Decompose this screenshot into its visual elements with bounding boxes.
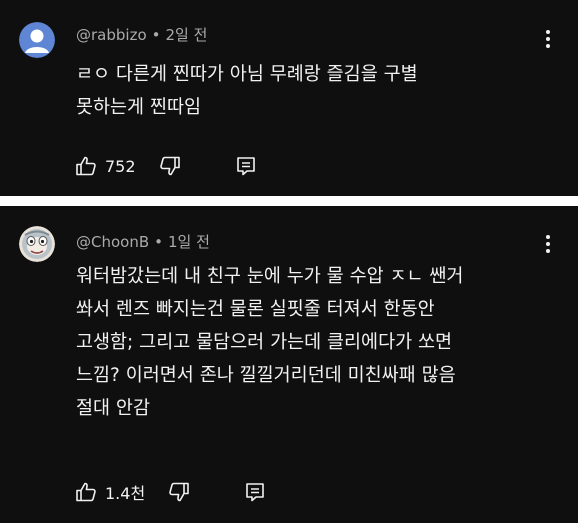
comment-1: @rabbizo • 2일 전 ㄹㅇ 다른게 찐따가 아님 무례랑 즐김을 구별 못… xyxy=(0,0,578,196)
more-options-icon[interactable] xyxy=(545,30,551,50)
separator: • xyxy=(154,233,163,251)
comment-actions: 752 xyxy=(74,153,258,179)
comment-2: @ChoonB • 1일 전 워터밤갔는데 내 친구 눈에 누가 물 수압 ㅈㄴ 쌘… xyxy=(0,206,578,523)
default-avatar-icon xyxy=(19,22,55,58)
avatar[interactable] xyxy=(19,226,55,262)
comment-text: 워터밤갔는데 내 친구 눈에 누가 물 수압 ㅈㄴ 쌘거 쏴서 렌즈 빠지는건 … xyxy=(76,260,546,425)
dislike-button[interactable] xyxy=(158,154,182,178)
author-name[interactable]: @ChoonB xyxy=(76,233,149,251)
comment-line: 절대 안감 xyxy=(76,398,150,419)
character-avatar-icon xyxy=(19,226,55,262)
reply-icon xyxy=(246,483,264,502)
dislike-button[interactable] xyxy=(167,480,191,504)
comment-header: @ChoonB • 1일 전 xyxy=(76,231,210,252)
like-button[interactable]: 1.4천 xyxy=(74,480,145,504)
comment-time[interactable]: 2일 전 xyxy=(165,26,207,44)
comment-time[interactable]: 1일 전 xyxy=(168,233,210,251)
comment-line: 쏴서 렌즈 빠지는건 물론 실핏줄 터져서 한동안 xyxy=(76,299,435,320)
comment-line: 고생함; 그리고 물담으러 가는데 클리에다가 쏘면 xyxy=(76,332,453,353)
dislike-icon xyxy=(159,156,180,176)
comment-header: @rabbizo • 2일 전 xyxy=(76,24,207,45)
dislike-icon xyxy=(169,482,189,502)
comment-line: 느낌? 이러면서 존나 낄낄거리던데 미친싸패 많음 xyxy=(76,365,456,386)
avatar[interactable] xyxy=(19,22,55,58)
like-count: 1.4천 xyxy=(105,484,146,503)
comment-text: ㄹㅇ 다른게 찐따가 아님 무례랑 즐김을 구별 못하는게 찐따임 xyxy=(76,58,546,124)
separator: • xyxy=(151,26,161,44)
more-options-icon[interactable] xyxy=(545,235,551,255)
comment-divider xyxy=(0,196,578,206)
reply-icon xyxy=(236,157,255,176)
comment-line: 워터밤갔는데 내 친구 눈에 누가 물 수압 ㅈㄴ 쌘거 xyxy=(76,266,464,287)
comment-line: ㄹㅇ 다른게 찐따가 아님 무례랑 즐김을 구별 xyxy=(76,64,418,85)
comment-line: 못하는게 찐따임 xyxy=(76,97,202,118)
reply-button[interactable] xyxy=(243,480,267,504)
like-icon xyxy=(76,482,96,502)
reply-button[interactable] xyxy=(234,154,258,178)
like-count: 752 xyxy=(105,156,136,176)
author-name[interactable]: @rabbizo xyxy=(76,26,147,44)
like-icon xyxy=(76,156,96,176)
comment-actions: 1.4천 xyxy=(74,479,267,505)
like-button[interactable]: 752 xyxy=(74,154,136,178)
